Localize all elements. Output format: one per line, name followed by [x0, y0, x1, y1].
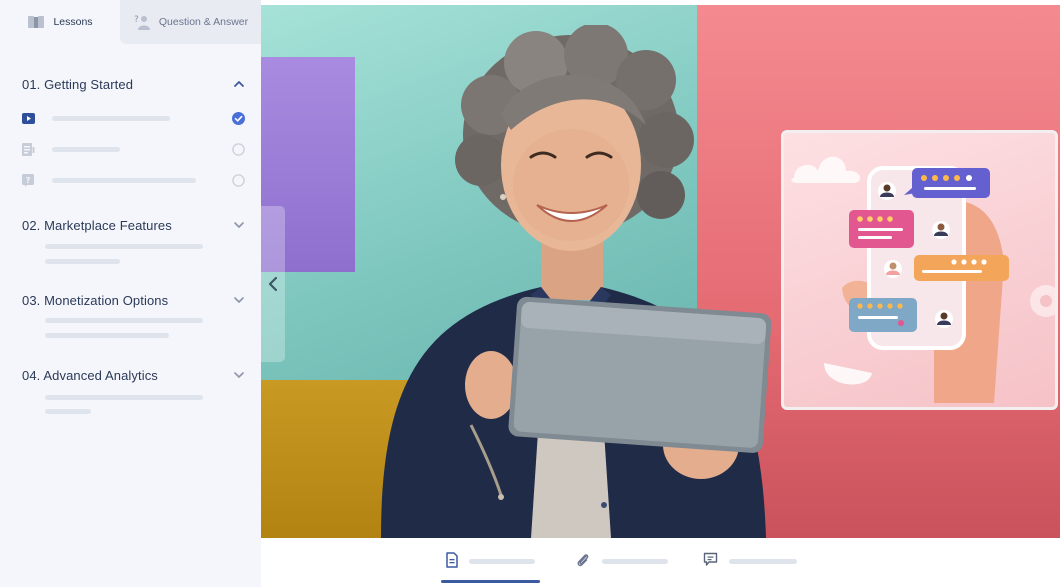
lesson-title-placeholder — [52, 116, 170, 121]
document-icon — [22, 143, 35, 156]
chevron-down-icon — [234, 372, 244, 378]
section-title: 02. Marketplace Features — [22, 217, 172, 233]
tab-question-answer[interactable]: ? Question & Answer — [120, 0, 261, 44]
tab-attachments[interactable] — [576, 552, 668, 572]
lesson-item[interactable]: ? — [22, 174, 245, 188]
quiz-icon: ? — [22, 174, 34, 187]
reviews-phone-image — [791, 156, 1055, 403]
section-header[interactable]: 01. Getting Started — [22, 74, 245, 94]
incomplete-circle-icon — [232, 174, 245, 187]
lesson-content-tabs — [261, 538, 1060, 587]
lesson-video-player[interactable] — [261, 5, 1060, 538]
chevron-left-icon — [268, 276, 278, 292]
section-advanced-analytics: 04. Advanced Analytics — [0, 365, 261, 425]
collapse-sidebar-button[interactable] — [261, 206, 285, 362]
section-description-placeholder — [45, 259, 120, 264]
section-description-placeholder — [45, 318, 203, 323]
section-description-placeholder — [45, 333, 169, 338]
active-tab-indicator — [441, 580, 540, 583]
book-icon — [27, 15, 45, 29]
section-header[interactable]: 02. Marketplace Features — [22, 215, 245, 235]
person-with-tablet-image — [381, 25, 772, 538]
lesson-title-placeholder — [52, 147, 120, 152]
lesson-item[interactable] — [22, 112, 245, 126]
section-title: 01. Getting Started — [22, 76, 134, 92]
section-header[interactable]: 03. Monetization Options — [22, 290, 245, 310]
section-getting-started: 01. Getting Started ? — [0, 74, 261, 194]
lesson-title-placeholder — [52, 178, 196, 183]
comment-icon — [703, 552, 718, 566]
checkmark-icon — [232, 112, 245, 125]
svg-text:?: ? — [26, 176, 31, 185]
chevron-up-icon — [234, 81, 244, 87]
chevron-down-icon — [234, 297, 244, 303]
svg-text:?: ? — [134, 15, 139, 25]
tab-label-placeholder — [469, 559, 535, 564]
sidebar-tabs: Lessons ? Question & Answer — [0, 0, 261, 44]
tab-qa-label: Question & Answer — [158, 16, 249, 28]
lesson-item[interactable] — [22, 143, 245, 157]
tab-lessons[interactable]: Lessons — [0, 0, 120, 44]
section-description-placeholder — [45, 395, 203, 400]
incomplete-circle-icon — [232, 143, 245, 156]
app: Lessons ? Question & Answer 01. Getting … — [0, 0, 1060, 587]
paperclip-icon — [577, 554, 589, 567]
section-title: 04. Advanced Analytics — [22, 367, 158, 383]
document-icon — [446, 552, 458, 568]
section-marketplace-features: 02. Marketplace Features — [0, 215, 261, 275]
reviews-illustration-card — [781, 130, 1058, 410]
tab-notes[interactable] — [445, 552, 540, 572]
tab-label-placeholder — [729, 559, 797, 564]
question-person-icon: ? — [133, 14, 151, 30]
course-sidebar: Lessons ? Question & Answer 01. Getting … — [0, 0, 261, 587]
tab-label-placeholder — [602, 559, 668, 564]
section-header[interactable]: 04. Advanced Analytics — [22, 365, 245, 385]
chevron-down-icon — [234, 222, 244, 228]
section-description-placeholder — [45, 409, 91, 414]
section-description-placeholder — [45, 244, 203, 249]
tab-lessons-label: Lessons — [53, 16, 93, 28]
section-monetization-options: 03. Monetization Options — [0, 290, 261, 350]
section-title: 03. Monetization Options — [22, 292, 169, 308]
video-play-icon — [22, 113, 35, 124]
tab-comments[interactable] — [703, 552, 797, 572]
